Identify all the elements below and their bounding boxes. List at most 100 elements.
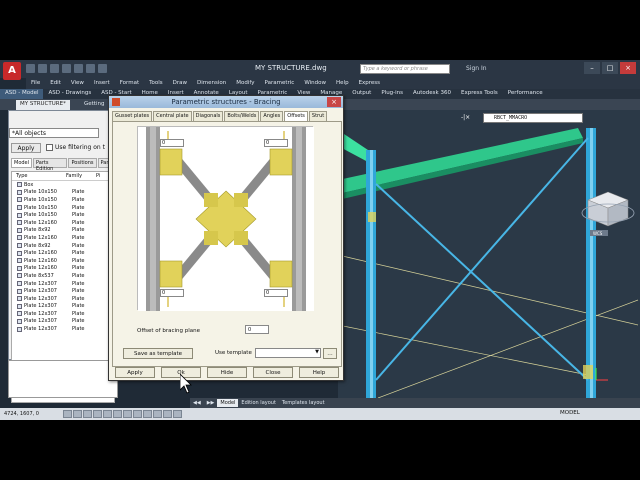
redo-icon[interactable]	[98, 64, 107, 73]
view-selector[interactable]: RBCT_MMACRO	[483, 113, 583, 123]
ribbon-tab-autodesk-360[interactable]: Autodesk 360	[408, 89, 456, 99]
grid-icon[interactable]	[73, 410, 82, 418]
close-dialog-button[interactable]: Close	[253, 367, 293, 378]
ribbon-tab-plugins[interactable]: Plug-ins	[376, 89, 408, 99]
table-row[interactable]: Plate 12x307 Plate	[12, 280, 114, 288]
offset-plane-input[interactable]: 0	[245, 325, 269, 334]
table-row[interactable]: Plate 10x150 Plate	[12, 211, 114, 219]
help-button[interactable]: Help	[299, 367, 339, 378]
menu-file[interactable]: File	[26, 78, 45, 89]
menu-parametric[interactable]: Parametric	[260, 78, 300, 89]
menu-window[interactable]: Window	[299, 78, 331, 89]
dialog-title[interactable]: Parametric structures - Bracing	[109, 96, 343, 108]
tab-angles[interactable]: Angles	[260, 111, 284, 121]
tab-central-plate[interactable]: Central plate	[153, 111, 192, 121]
ortho-icon[interactable]	[83, 410, 92, 418]
next-layout-icon[interactable]: ▶▶	[204, 399, 218, 407]
app-logo[interactable]: A	[3, 62, 21, 80]
filter-checkbox[interactable]	[46, 144, 53, 151]
lwt-icon[interactable]	[143, 410, 152, 418]
sc-icon[interactable]	[173, 410, 182, 418]
undo-icon[interactable]	[86, 64, 95, 73]
menu-modify[interactable]: Modify	[231, 78, 259, 89]
table-row[interactable]: Plate 12x307 Plate	[12, 303, 114, 311]
table-row[interactable]: Plate 8x92 Plate	[12, 227, 114, 235]
tab-gusset-plates[interactable]: Gusset plates	[112, 111, 153, 121]
menu-insert[interactable]: Insert	[89, 78, 115, 89]
dyn-icon[interactable]	[133, 410, 142, 418]
table-row[interactable]: Plate 12x307 Plate	[12, 287, 114, 295]
ribbon-tab-asd-model[interactable]: ASD - Model	[0, 89, 44, 99]
tab-parts-edition[interactable]: Parts Edition	[33, 158, 68, 172]
layout-tab-templates[interactable]: Templates layout	[279, 399, 328, 407]
offset-bottom-right-input[interactable]: 0	[264, 289, 288, 297]
model-viewport[interactable]: WCS -|× RBCT_MMACRO	[338, 110, 640, 398]
offset-bottom-left-input[interactable]: 0	[160, 289, 184, 297]
table-row[interactable]: Plate 10x150 Plate	[12, 189, 114, 197]
table-row[interactable]: Plate 12x160 Plate	[12, 234, 114, 242]
tab-strut[interactable]: Strut	[308, 111, 328, 121]
apply-filter-button[interactable]: Apply	[11, 143, 41, 153]
menu-dimension[interactable]: Dimension	[192, 78, 231, 89]
open-icon[interactable]	[38, 64, 47, 73]
selection-filter-select[interactable]: *All objects	[9, 128, 99, 138]
layout-tab-edition[interactable]: Edition layout	[238, 399, 279, 407]
new-icon[interactable]	[26, 64, 35, 73]
gusset-plate[interactable]	[583, 365, 593, 379]
snap-icon[interactable]	[63, 410, 72, 418]
ribbon-tab-performance[interactable]: Performance	[503, 89, 548, 99]
doc-tab-getting-started[interactable]: Getting	[80, 100, 108, 110]
table-row[interactable]: Plate 10x150 Plate	[12, 204, 114, 212]
qp-icon[interactable]	[163, 410, 172, 418]
table-row[interactable]: Plate 10x150 Plate	[12, 196, 114, 204]
template-select[interactable]: ▼	[255, 348, 321, 358]
model-space-indicator[interactable]: MODEL	[560, 410, 580, 416]
tpy-icon[interactable]	[153, 410, 162, 418]
layout-tab-model[interactable]: Model	[217, 399, 239, 407]
otrack-icon[interactable]	[113, 410, 122, 418]
prev-layout-icon[interactable]: ◀◀	[190, 399, 204, 407]
dialog-close-button[interactable]: ×	[327, 97, 341, 107]
table-row[interactable]: Plate 12x307 Plate	[12, 318, 114, 326]
print-icon[interactable]	[74, 64, 83, 73]
table-row[interactable]: Plate 8x92 Plate	[12, 242, 114, 250]
table-row[interactable]: Plate 12x160 Plate	[12, 265, 114, 273]
menu-express[interactable]: Express	[354, 78, 385, 89]
ribbon-tab-express-tools[interactable]: Express Tools	[456, 89, 503, 99]
table-row[interactable]: Plate 12x160 Plate	[12, 219, 114, 227]
menu-draw[interactable]: Draw	[168, 78, 192, 89]
table-row[interactable]: Plate 12x307 Plate	[12, 310, 114, 318]
menu-help[interactable]: Help	[331, 78, 354, 89]
search-input[interactable]: Type a keyword or phrase	[360, 64, 450, 74]
gusset-plate[interactable]	[368, 212, 376, 222]
hide-button[interactable]: Hide	[207, 367, 247, 378]
sign-in-link[interactable]: Sign In	[466, 65, 487, 72]
tab-model[interactable]: Model	[11, 158, 33, 168]
col-pi[interactable]: Pi	[94, 172, 102, 180]
maximize-button[interactable]: □	[602, 62, 618, 74]
col-family[interactable]: Family	[64, 172, 94, 180]
table-row[interactable]: Plate 12x307 Plate	[12, 325, 114, 333]
tab-offsets[interactable]: Offsets	[284, 111, 308, 121]
tab-diagonals[interactable]: Diagonals	[192, 111, 224, 121]
saveas-icon[interactable]	[62, 64, 71, 73]
minimize-button[interactable]: –	[584, 62, 600, 74]
menu-tools[interactable]: Tools	[144, 78, 168, 89]
save-icon[interactable]	[50, 64, 59, 73]
offset-top-left-input[interactable]: 0	[160, 139, 184, 147]
doc-tab-my-structure[interactable]: MY STRUCTURE*	[16, 100, 70, 110]
close-button[interactable]: ×	[620, 62, 636, 74]
ducs-icon[interactable]	[123, 410, 132, 418]
ribbon-tab-asd-drawings[interactable]: ASD - Drawings	[43, 89, 96, 99]
menu-view[interactable]: View	[66, 78, 89, 89]
table-row[interactable]: Plate 12x160 Plate	[12, 249, 114, 257]
tab-bolts-welds[interactable]: Bolts/Welds	[224, 111, 260, 121]
polar-icon[interactable]	[93, 410, 102, 418]
table-row[interactable]: Plate 12x160 Plate	[12, 257, 114, 265]
table-row[interactable]: Box	[12, 181, 114, 189]
menu-edit[interactable]: Edit	[45, 78, 66, 89]
osnap-icon[interactable]	[103, 410, 112, 418]
tab-positions[interactable]: Positions	[68, 158, 97, 168]
viewport-controls[interactable]: -|×	[461, 114, 477, 122]
table-row[interactable]: Plate 12x307 Plate	[12, 295, 114, 303]
